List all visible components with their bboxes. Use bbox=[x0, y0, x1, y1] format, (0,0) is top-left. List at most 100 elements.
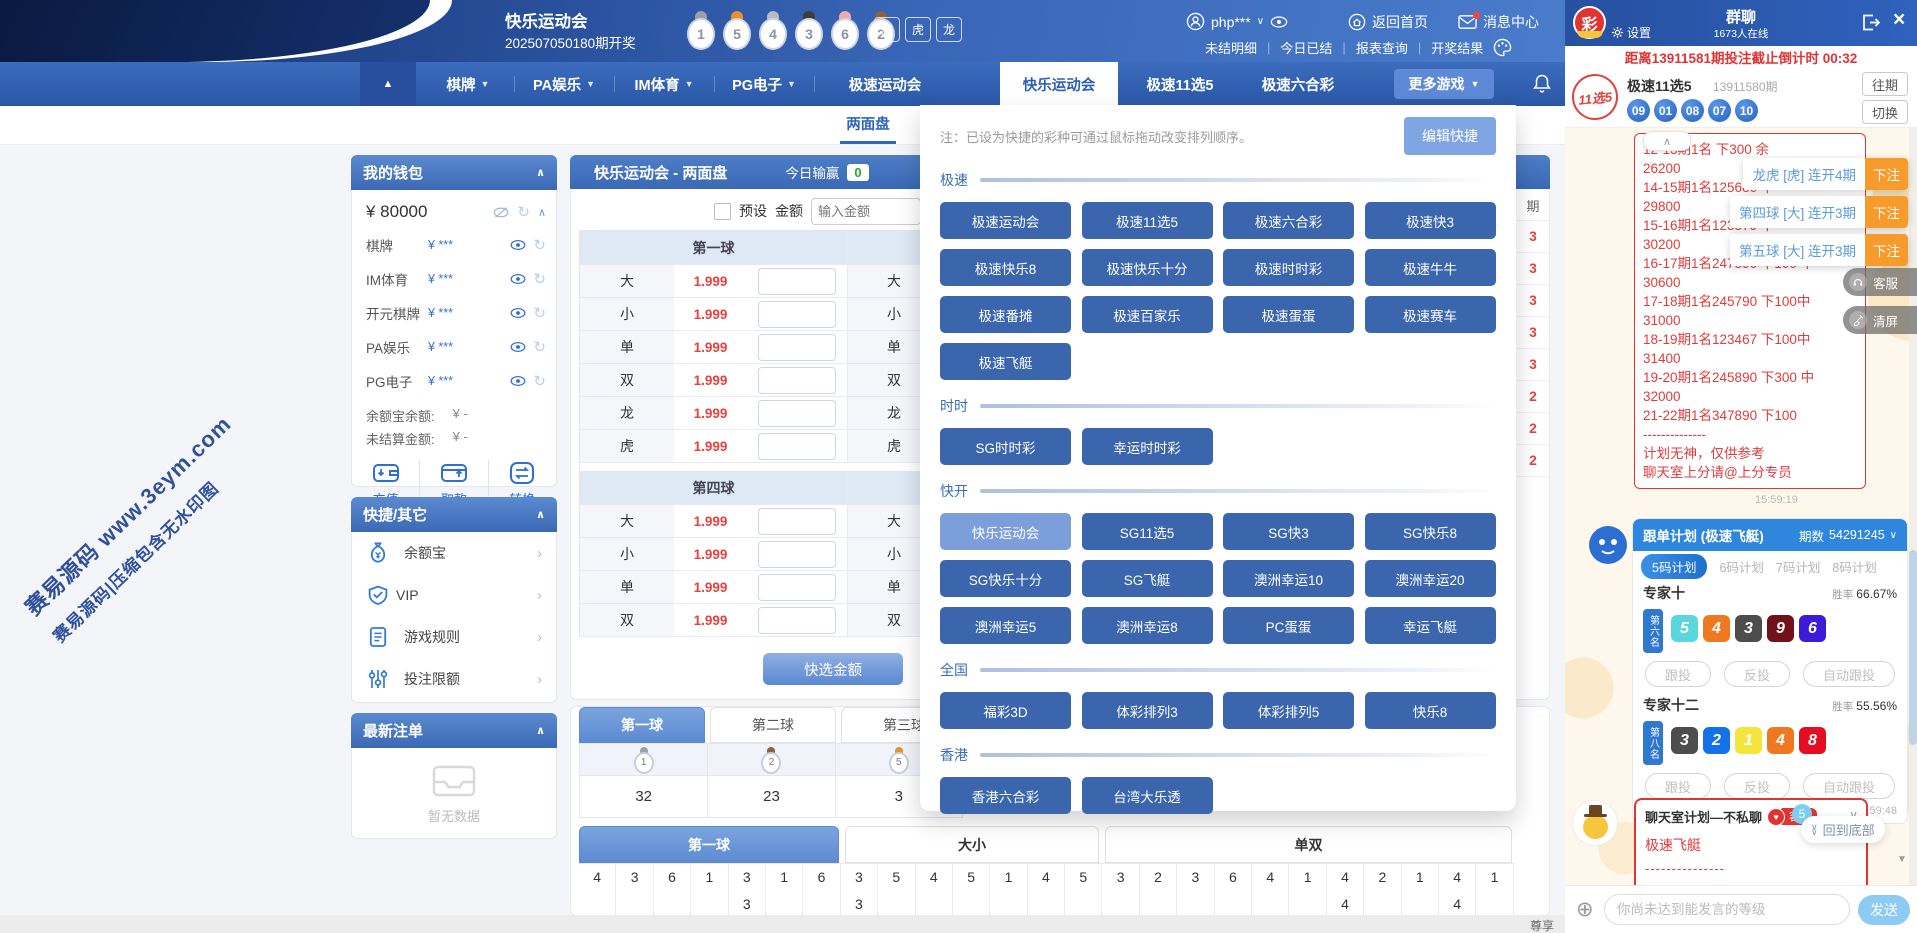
sidebar-item-bet-limits[interactable]: 投注限额› bbox=[352, 658, 556, 700]
bet-option-label[interactable]: 龙 bbox=[580, 397, 674, 430]
bet-amount-input[interactable] bbox=[758, 574, 836, 601]
place-bet-button[interactable]: 下注 bbox=[1865, 196, 1908, 228]
clear-screen-button[interactable]: 清屏 bbox=[1843, 306, 1917, 334]
nav-item-speed-mark6[interactable]: 极速六合彩 bbox=[1242, 62, 1354, 106]
eye-off-icon[interactable] bbox=[493, 206, 509, 219]
home-link[interactable]: 返回首页 bbox=[1348, 12, 1428, 32]
refresh-icon[interactable]: ↻ bbox=[533, 374, 546, 389]
eye-icon[interactable] bbox=[510, 307, 526, 319]
auto-follow-button[interactable]: 自动跟投 bbox=[1803, 661, 1895, 687]
palette-icon[interactable] bbox=[1493, 38, 1512, 57]
menu-reports[interactable]: 报表查询 bbox=[1356, 38, 1408, 57]
bet-amount-input[interactable] bbox=[758, 433, 836, 460]
bet-amount-input[interactable] bbox=[758, 301, 836, 328]
chevron-up-icon[interactable]: ∧ bbox=[536, 166, 545, 179]
bet-option-label[interactable]: 双 bbox=[580, 364, 674, 397]
bet-option-label[interactable]: 小 bbox=[580, 298, 674, 331]
eye-icon[interactable] bbox=[510, 341, 526, 353]
scrollbar-thumb[interactable] bbox=[1909, 550, 1917, 745]
refresh-icon[interactable]: ↻ bbox=[533, 238, 546, 253]
bet-odds[interactable]: 1.999 bbox=[674, 604, 747, 637]
game-button[interactable]: 福彩3D bbox=[940, 692, 1071, 729]
messages-link[interactable]: 消息中心 bbox=[1458, 12, 1539, 32]
game-button[interactable]: 极速蛋蛋 bbox=[1223, 296, 1354, 333]
tab-two-sides[interactable]: 两面盘 bbox=[840, 106, 896, 144]
game-button[interactable]: 极速牛牛 bbox=[1365, 249, 1496, 286]
bet-odds[interactable]: 1.999 bbox=[674, 265, 747, 298]
refresh-icon[interactable]: ↻ bbox=[533, 306, 546, 321]
game-button[interactable]: SG快乐十分 bbox=[940, 560, 1071, 597]
game-button[interactable]: 台湾大乐透 bbox=[1082, 777, 1213, 814]
more-games-button[interactable]: 更多游戏▼ bbox=[1394, 69, 1494, 99]
chevron-up-icon[interactable]: ∧ bbox=[536, 508, 545, 521]
game-button[interactable]: 极速快3 bbox=[1365, 202, 1496, 239]
game-button[interactable]: 澳洲幸运5 bbox=[940, 607, 1071, 644]
game-button[interactable]: 极速百家乐 bbox=[1082, 296, 1213, 333]
bet-amount-input[interactable] bbox=[758, 367, 836, 394]
switch-lottery-button[interactable]: 切换 bbox=[1862, 100, 1908, 124]
bet-odds[interactable]: 1.999 bbox=[674, 364, 747, 397]
bet-option-label[interactable]: 小 bbox=[580, 538, 674, 571]
menu-draw-results[interactable]: 开奖结果 bbox=[1431, 38, 1483, 57]
game-button[interactable]: 澳洲幸运8 bbox=[1082, 607, 1213, 644]
customer-service-button[interactable]: 客服 bbox=[1843, 268, 1917, 296]
game-button[interactable]: 极速六合彩 bbox=[1223, 202, 1354, 239]
trend-header-ball1[interactable]: 第一球 bbox=[579, 826, 839, 863]
bet-option-label[interactable]: 虎 bbox=[580, 430, 674, 463]
game-button[interactable]: 体彩排列3 bbox=[1082, 692, 1213, 729]
refresh-icon[interactable]: ↻ bbox=[533, 272, 546, 287]
nav-item-speed-games[interactable]: 极速运动会 bbox=[820, 62, 950, 106]
nav-item-speed-11x5[interactable]: 极速11选5 bbox=[1126, 62, 1234, 106]
game-button[interactable]: 极速赛车 bbox=[1365, 296, 1496, 333]
game-button[interactable]: SG快乐8 bbox=[1365, 513, 1496, 550]
plan-period-select[interactable]: 期数54291245∨ bbox=[1799, 526, 1897, 545]
game-button-active[interactable]: 快乐运动会 bbox=[940, 513, 1071, 550]
chat-message-input[interactable] bbox=[1604, 894, 1850, 925]
game-button[interactable]: 极速运动会 bbox=[940, 202, 1071, 239]
game-button[interactable]: 澳洲幸运20 bbox=[1365, 560, 1496, 597]
game-button[interactable]: 极速番摊 bbox=[940, 296, 1071, 333]
sidebar-item-yuebao[interactable]: 余额宝› bbox=[352, 532, 556, 574]
bet-odds[interactable]: 1.999 bbox=[674, 298, 747, 331]
follow-bet-button[interactable]: 跟投 bbox=[1645, 661, 1711, 687]
game-button[interactable]: PC蛋蛋 bbox=[1223, 607, 1354, 644]
nav-item-pa[interactable]: PA娱乐▼ bbox=[516, 62, 612, 106]
reverse-bet-button[interactable]: 反投 bbox=[1724, 773, 1790, 799]
preset-amount-input[interactable] bbox=[811, 198, 921, 225]
chat-scrollbar[interactable] bbox=[1909, 128, 1917, 885]
bell-icon[interactable] bbox=[1532, 73, 1552, 95]
game-button[interactable]: 幸运时时彩 bbox=[1082, 428, 1213, 465]
bet-odds[interactable]: 1.999 bbox=[674, 430, 747, 463]
bet-option-label[interactable]: 单 bbox=[580, 571, 674, 604]
bet-odds[interactable]: 1.999 bbox=[674, 397, 747, 430]
bet-amount-input[interactable] bbox=[758, 400, 836, 427]
tab-7code[interactable]: 7码计划 bbox=[1776, 557, 1820, 576]
bet-option-label[interactable]: 单 bbox=[580, 331, 674, 364]
preset-checkbox[interactable] bbox=[714, 203, 731, 220]
menu-unsettled[interactable]: 未结明细 bbox=[1205, 38, 1257, 57]
bet-amount-input[interactable] bbox=[758, 268, 836, 295]
plus-icon[interactable]: ⊕ bbox=[1576, 899, 1594, 920]
bet-amount-input[interactable] bbox=[758, 541, 836, 568]
refresh-icon[interactable]: ↻ bbox=[533, 340, 546, 355]
reverse-bet-button[interactable]: 反投 bbox=[1724, 661, 1790, 687]
nav-collapse-button[interactable]: ▲ bbox=[360, 62, 416, 106]
trend-header-oddeven[interactable]: 单双 bbox=[1105, 826, 1512, 863]
game-button[interactable]: 香港六合彩 bbox=[940, 777, 1071, 814]
eye-icon[interactable] bbox=[510, 375, 526, 387]
back-to-bottom-button[interactable]: ∨∨ 回到底部 bbox=[1801, 816, 1885, 843]
scroll-down-icon[interactable]: ▼ bbox=[1897, 854, 1907, 865]
collapse-message-button[interactable]: ∧ bbox=[1643, 131, 1691, 151]
user-account[interactable]: php*** ∨ bbox=[1186, 12, 1288, 31]
eye-icon[interactable] bbox=[510, 239, 526, 251]
trend-header-bigsmall[interactable]: 大小 bbox=[845, 826, 1099, 863]
game-button[interactable]: 极速时时彩 bbox=[1223, 249, 1354, 286]
game-button[interactable]: SG11选5 bbox=[1082, 513, 1213, 550]
nav-item-chess[interactable]: 棋牌▼ bbox=[424, 62, 512, 106]
game-button[interactable]: 澳洲幸运10 bbox=[1223, 560, 1354, 597]
follow-bet-button[interactable]: 跟投 bbox=[1645, 773, 1711, 799]
tab-ball-1[interactable]: 第一球 bbox=[579, 707, 705, 743]
refresh-icon[interactable]: ↻ bbox=[517, 205, 530, 220]
sidebar-item-rules[interactable]: 游戏规则› bbox=[352, 616, 556, 658]
bet-odds[interactable]: 1.999 bbox=[674, 331, 747, 364]
